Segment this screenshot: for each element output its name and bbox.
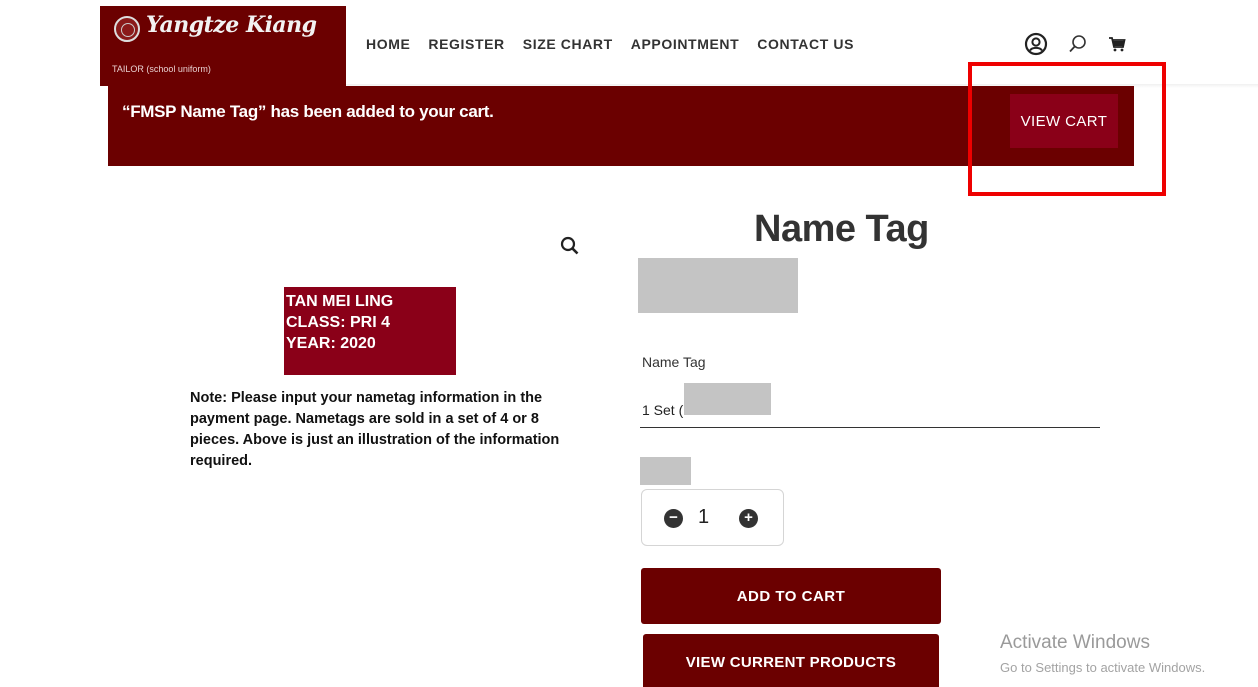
windows-watermark-title: Activate Windows [1000,632,1150,653]
main-nav: HOME REGISTER SIZE CHART APPOINTMENT CON… [366,36,854,52]
nav-home[interactable]: HOME [366,36,410,52]
redacted-stock-text [640,457,691,485]
nametag-line-class: CLASS: PRI 4 [286,314,391,331]
cart-icon[interactable] [1108,35,1126,58]
nav-appointment[interactable]: APPOINTMENT [631,36,740,52]
zoom-icon[interactable] [560,236,580,261]
redacted-price [638,258,798,313]
quantity-stepper: − 1 + [641,489,784,546]
product-title: Name Tag [754,208,929,250]
nav-register[interactable]: REGISTER [428,36,504,52]
view-current-products-button[interactable]: VIEW CURRENT PRODUCTS [643,634,939,687]
cart-notice-message: “FMSP Name Tag” has been added to your c… [122,102,494,121]
decrease-quantity-button[interactable]: − [664,509,683,528]
nav-size-chart[interactable]: SIZE CHART [523,36,613,52]
nametag-line-name: TAN MEI LING [286,293,394,310]
account-icon[interactable] [1024,32,1048,61]
quantity-value[interactable]: 1 [698,506,709,529]
add-to-cart-button[interactable]: ADD TO CART [641,568,941,624]
option-selected-value: 1 Set ( [642,402,684,418]
product-image-nametag[interactable]: TAN MEI LING CLASS: PRI 4 YEAR: 2020 [284,287,456,375]
nav-contact-us[interactable]: CONTACT US [757,36,854,52]
product-note: Note: Please input your nametag informat… [190,390,560,469]
increase-quantity-button[interactable]: + [739,509,758,528]
highlight-annotation-box [968,62,1166,196]
logo-emblem-icon [114,16,140,42]
nametag-line-year: YEAR: 2020 [286,335,376,352]
redacted-option-text [684,383,771,415]
site-logo[interactable]: Yangtze Kiang TAILOR (school uniform) [100,6,346,86]
header-icons [1024,32,1126,61]
option-label: Name Tag [642,354,706,370]
logo-subtitle: TAILOR (school uniform) [112,64,211,74]
search-icon[interactable] [1068,34,1088,59]
logo-text: Yangtze Kiang [146,12,317,38]
windows-watermark-subtitle: Go to Settings to activate Windows. [1000,660,1206,675]
